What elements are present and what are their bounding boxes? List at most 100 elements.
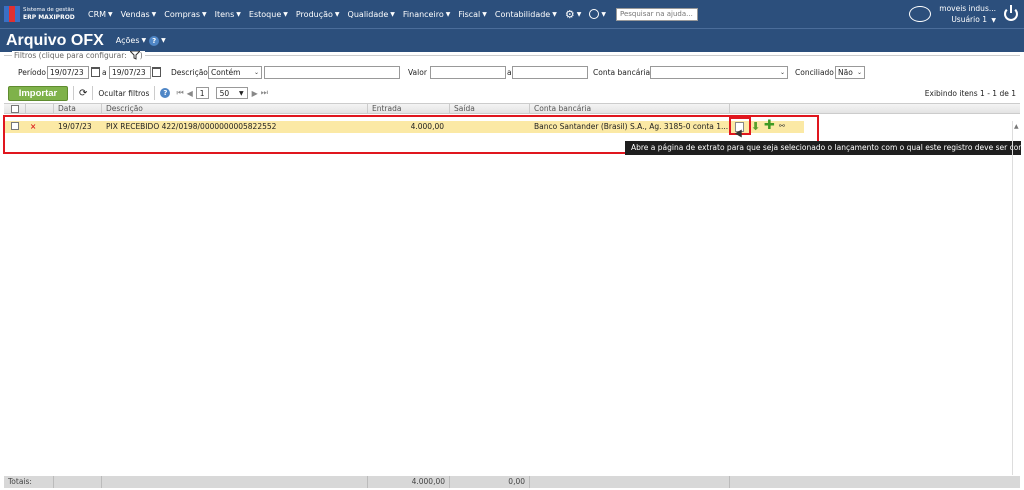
divider — [154, 86, 156, 100]
caret-down-icon: ▼ — [151, 10, 157, 18]
gear-icon: ⚙ — [564, 7, 575, 21]
column-header-date[interactable]: Data — [54, 104, 102, 114]
help-icon[interactable]: ? — [160, 88, 171, 98]
menu-vendas[interactable]: Vendas ▼ — [117, 10, 161, 19]
menu-financeiro[interactable]: Financeiro ▼ — [399, 10, 454, 19]
reconciled-value: Não — [838, 68, 853, 77]
actions-label: Ações — [115, 36, 140, 45]
refresh-icon[interactable]: ⟳ — [79, 88, 87, 99]
chevron-down-icon: ⌄ — [856, 69, 862, 76]
caret-down-icon: ▼ — [482, 10, 487, 18]
caret-down-icon: ▼ — [236, 10, 241, 18]
power-icon[interactable] — [1004, 5, 1018, 21]
caret-down-icon: ▼ — [390, 10, 395, 18]
caret-down-icon: ▼ — [238, 89, 244, 97]
clock-icon — [589, 9, 600, 19]
next-page-icon[interactable]: ▶ — [252, 89, 258, 98]
totals-spacer — [530, 476, 730, 488]
value-from-input[interactable] — [430, 66, 506, 79]
prev-page-icon[interactable]: ◀ — [187, 89, 193, 98]
import-button[interactable]: Importar — [8, 85, 68, 101]
description-mode-select[interactable]: Contém ⌄ — [208, 66, 262, 79]
totals-entrada: 4.000,00 — [368, 476, 450, 488]
value-to-input[interactable] — [512, 66, 588, 79]
help-search-input[interactable] — [615, 7, 698, 21]
caret-down-icon: ▼ — [202, 10, 207, 18]
menu-fiscal[interactable]: Fiscal ▼ — [454, 10, 491, 19]
totals-label: Totais: — [4, 476, 54, 488]
last-page-icon[interactable]: ⏭ — [261, 88, 268, 98]
title-bar: Arquivo OFX Ações ▼ ? ▼ — [0, 28, 1024, 52]
logo-subtitle: Sistema de gestão — [23, 7, 75, 13]
date-from-input[interactable] — [47, 66, 89, 79]
column-header-saida[interactable]: Saída — [450, 104, 530, 114]
chevron-down-icon: ⌄ — [779, 69, 785, 76]
divider — [73, 86, 74, 100]
select-all-cell — [4, 104, 26, 114]
help-icon[interactable]: ? — [149, 35, 160, 46]
caret-down-icon: ▼ — [552, 10, 557, 18]
user-menu[interactable]: moveis indus... Usuário 1 ▼ — [939, 3, 996, 26]
caret-down-icon: ▼ — [283, 10, 288, 18]
vertical-scrollbar[interactable]: ▲ — [1012, 121, 1020, 475]
logo-mark-icon — [4, 6, 20, 22]
caret-down-icon: ▼ — [576, 10, 582, 18]
menu-estoque[interactable]: Estoque ▼ — [245, 10, 292, 19]
select-all-checkbox[interactable] — [11, 105, 19, 113]
page-title: Arquivo OFX — [6, 31, 104, 49]
calendar-icon[interactable] — [152, 67, 161, 77]
tooltip: Abre a página de extrato para que seja s… — [625, 141, 1021, 155]
column-header-bank-account[interactable]: Conta bancária — [530, 104, 730, 114]
items-count: Exibindo itens 1 - 1 de 1 — [924, 88, 1016, 98]
totals-row: Totais: 4.000,00 0,00 — [4, 476, 1020, 488]
pager: ⏮ ◀ 1 50 ▼ ▶ ⏭ — [176, 87, 268, 99]
totals-saida: 0,00 — [450, 476, 530, 488]
date-sep: a — [102, 68, 107, 77]
filter-funnel-icon — [129, 51, 140, 60]
divider — [92, 86, 94, 100]
page-size-value: 50 — [219, 88, 230, 98]
top-nav: Sistema de gestão ERP MAXIPROD CRM ▼ Vend… — [0, 0, 1024, 28]
column-header-description[interactable]: Descrição — [102, 104, 368, 114]
menu-itens[interactable]: Itens ▼ — [211, 10, 245, 19]
caret-down-icon: ▼ — [445, 10, 451, 18]
hide-filters-button[interactable]: Ocultar filtros — [98, 89, 149, 98]
description-input[interactable] — [264, 66, 400, 79]
totals-spacer — [54, 476, 102, 488]
history-menu[interactable]: ▼ — [585, 9, 610, 19]
logo[interactable]: Sistema de gestão ERP MAXIPROD — [0, 6, 84, 22]
actions-menu[interactable]: Ações ▼ ? ▼ — [115, 35, 166, 46]
chevron-down-icon: ⌄ — [253, 69, 259, 76]
page-size-select[interactable]: 50 ▼ — [215, 87, 248, 99]
calendar-icon[interactable] — [91, 67, 100, 77]
caret-down-icon: ▼ — [334, 10, 340, 18]
chat-icon[interactable] — [909, 6, 932, 22]
settings-menu[interactable]: ⚙ ▼ — [561, 8, 586, 21]
period-label: Período — [18, 68, 46, 77]
menu-crm[interactable]: CRM ▼ — [84, 10, 117, 19]
menu-qualidade[interactable]: Qualidade ▼ — [344, 10, 399, 19]
reconciled-select[interactable]: Não ⌄ — [835, 66, 865, 79]
bank-account-label: Conta bancária — [593, 68, 651, 77]
description-mode-value: Contém — [211, 68, 241, 77]
grid-toolbar: Importar ⟳ Ocultar filtros ? ⏮ ◀ 1 50 ▼ ▶… — [4, 85, 1020, 101]
status-header — [26, 104, 54, 114]
bank-account-select[interactable]: ⌄ — [650, 66, 788, 79]
menu-compras[interactable]: Compras ▼ — [160, 10, 210, 19]
totals-spacer — [102, 476, 368, 488]
first-page-icon[interactable]: ⏮ — [176, 88, 183, 98]
main-menu: CRM ▼ Vendas ▼ Compras ▼ Itens ▼ Estoque ▼ Pr… — [84, 7, 698, 21]
filters-legend[interactable]: Filtros (clique para configurar: ) — [12, 51, 145, 60]
description-label: Descrição — [171, 68, 208, 77]
menu-contabilidade[interactable]: Contabilidade ▼ — [491, 10, 561, 19]
filters-legend-text: Filtros (clique para configurar: — [14, 51, 127, 60]
column-header-entrada[interactable]: Entrada — [368, 104, 450, 114]
page-number-input[interactable]: 1 — [195, 87, 209, 99]
value-sep: a — [507, 68, 512, 77]
scroll-up-arrow-icon[interactable]: ▲ — [1014, 123, 1019, 130]
company-name: moveis indus... — [939, 3, 996, 13]
menu-producao[interactable]: Produção ▼ — [292, 10, 344, 19]
date-to-input[interactable] — [109, 66, 151, 79]
value-label: Valor — [408, 68, 427, 77]
filters-panel: Filtros (clique para configurar: ) Perío… — [4, 51, 1020, 83]
